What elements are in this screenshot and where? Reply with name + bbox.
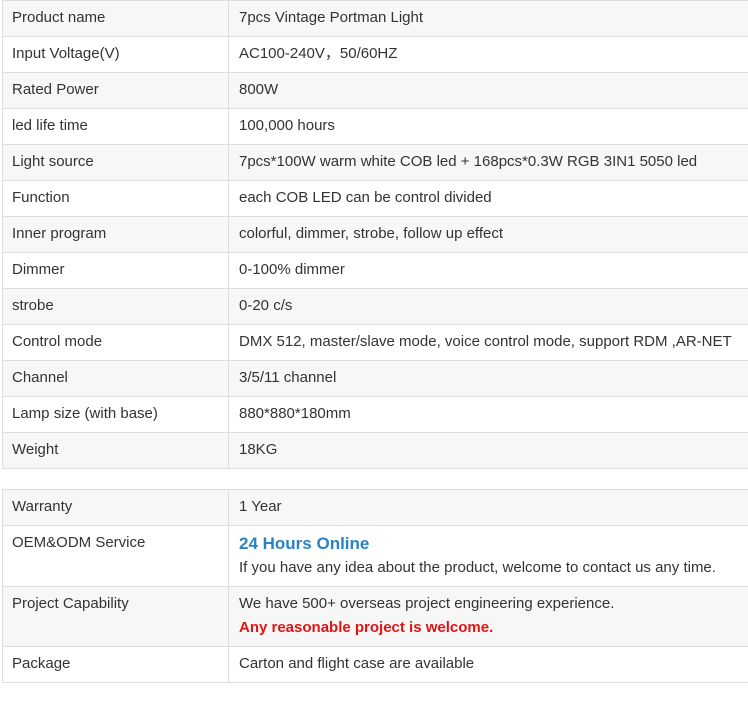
table-row: Lamp size (with base) 880*880*180mm	[2, 396, 748, 433]
spec-label: Lamp size (with base)	[2, 396, 229, 433]
spec-value: colorful, dimmer, strobe, follow up effe…	[228, 216, 748, 253]
spec-value: 100,000 hours	[228, 108, 748, 145]
spec-label: Control mode	[2, 324, 229, 361]
service-description: We have 500+ overseas project engineerin…	[239, 595, 615, 612]
spec-value: 0-100% dimmer	[228, 252, 748, 289]
service-value: 24 Hours Online If you have any idea abo…	[228, 525, 748, 587]
spec-label: Input Voltage(V)	[2, 36, 229, 73]
table-row: led life time 100,000 hours	[2, 108, 748, 145]
table-row: Function each COB LED can be control div…	[2, 180, 748, 217]
table-row: Dimmer 0-100% dimmer	[2, 252, 748, 289]
spec-label: led life time	[2, 108, 229, 145]
service-label: OEM&ODM Service	[2, 525, 229, 587]
table-row: Package Carton and flight case are avail…	[2, 646, 748, 683]
table-row: strobe 0-20 c/s	[2, 288, 748, 325]
table-row: Warranty 1 Year	[2, 489, 748, 526]
table-row: Rated Power 800W	[2, 72, 748, 109]
service-value: 1 Year	[228, 489, 748, 526]
spec-label: Dimmer	[2, 252, 229, 289]
spec-value: 7pcs Vintage Portman Light	[228, 0, 748, 37]
project-highlight: Any reasonable project is welcome.	[239, 619, 494, 636]
online-highlight: 24 Hours Online	[239, 534, 370, 553]
table-row: Channel 3/5/11 channel	[2, 360, 748, 397]
spec-value: 7pcs*100W warm white COB led + 168pcs*0.…	[228, 144, 748, 181]
spec-value: 18KG	[228, 432, 748, 469]
spec-value: 800W	[228, 72, 748, 109]
spec-value: 3/5/11 channel	[228, 360, 748, 397]
spec-label: Rated Power	[2, 72, 229, 109]
spec-value: AC100-240V，50/60HZ	[228, 36, 748, 73]
table-row: Weight 18KG	[2, 432, 748, 469]
service-table: Warranty 1 Year OEM&ODM Service 24 Hours…	[2, 489, 748, 683]
table-row: OEM&ODM Service 24 Hours Online If you h…	[2, 525, 748, 587]
table-row: Input Voltage(V) AC100-240V，50/60HZ	[2, 36, 748, 73]
spec-label: Channel	[2, 360, 229, 397]
service-value: We have 500+ overseas project engineerin…	[228, 586, 748, 647]
service-description: If you have any idea about the product, …	[239, 559, 716, 576]
spec-value: each COB LED can be control divided	[228, 180, 748, 217]
spec-label: strobe	[2, 288, 229, 325]
service-label: Project Capability	[2, 586, 229, 647]
spec-label: Product name	[2, 0, 229, 37]
service-label: Package	[2, 646, 229, 683]
table-row: Inner program colorful, dimmer, strobe, …	[2, 216, 748, 253]
table-row: Product name 7pcs Vintage Portman Light	[2, 0, 748, 37]
spec-label: Weight	[2, 432, 229, 469]
service-value: Carton and flight case are available	[228, 646, 748, 683]
spec-value: 0-20 c/s	[228, 288, 748, 325]
table-row: Project Capability We have 500+ overseas…	[2, 586, 748, 647]
spec-table: Product name 7pcs Vintage Portman Light …	[2, 0, 748, 469]
table-row: Light source 7pcs*100W warm white COB le…	[2, 144, 748, 181]
spec-value: DMX 512, master/slave mode, voice contro…	[228, 324, 748, 361]
spec-label: Function	[2, 180, 229, 217]
spec-label: Light source	[2, 144, 229, 181]
spec-label: Inner program	[2, 216, 229, 253]
service-label: Warranty	[2, 489, 229, 526]
spec-value: 880*880*180mm	[228, 396, 748, 433]
table-row: Control mode DMX 512, master/slave mode,…	[2, 324, 748, 361]
